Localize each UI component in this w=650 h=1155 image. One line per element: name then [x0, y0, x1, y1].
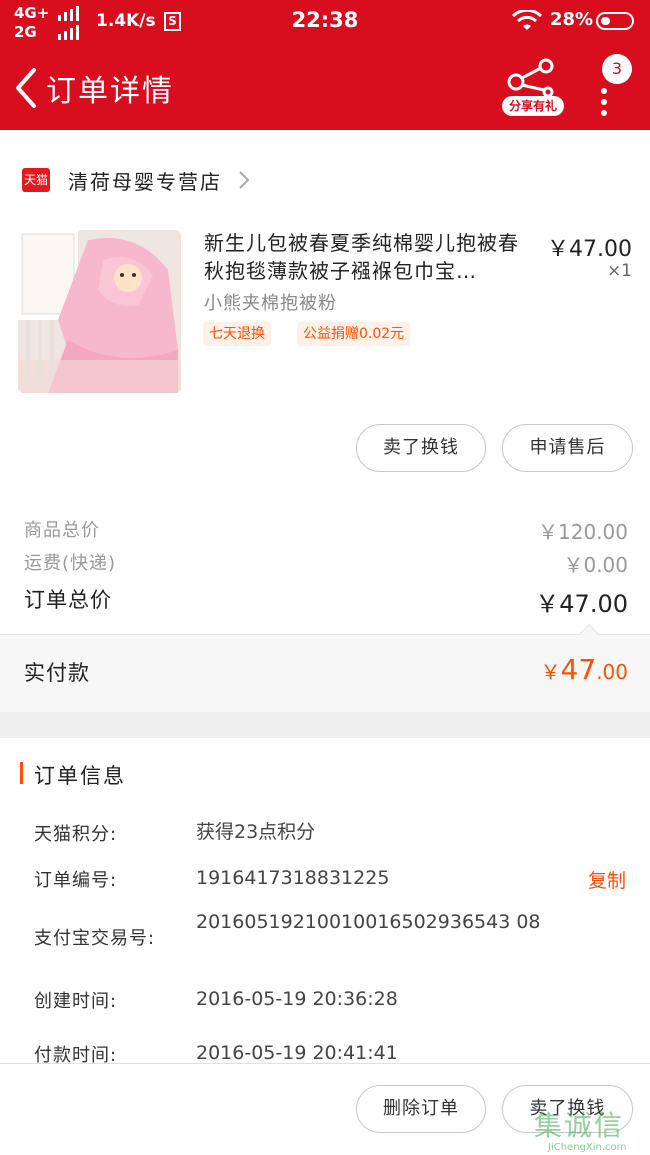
order-number-label: 订单编号: — [34, 870, 118, 891]
accent-bar — [20, 762, 23, 784]
share-button[interactable]: 分享有礼 — [500, 58, 566, 120]
product-spec: 小熊夹棉抱被粉 — [204, 293, 337, 314]
copy-button[interactable]: 复制 — [588, 866, 626, 893]
paid-value: ￥47.00 — [541, 653, 628, 686]
status-bar: 4G+ 2G 1.4K/s S 22:38 28% — [0, 0, 650, 46]
tag-charity: 公益捐赠0.02元 — [297, 322, 411, 346]
wifi-icon — [512, 10, 542, 30]
points-label: 天猫积分: — [34, 824, 118, 845]
back-arrow-icon[interactable] — [10, 66, 40, 110]
store-name: 清荷母婴专营店 — [68, 170, 222, 194]
more-dots-icon — [601, 88, 609, 121]
battery-icon — [596, 12, 634, 30]
order-info-title: 订单信息 — [34, 764, 126, 788]
page-title: 订单详情 — [46, 74, 174, 109]
notch-decoration — [579, 624, 599, 644]
product-image[interactable] — [18, 230, 181, 393]
paid-amount-row: 实付款 ￥47.00 — [0, 624, 650, 712]
created-time-value: 2016-05-19 20:36:28 — [196, 988, 398, 1010]
share-icon — [507, 58, 554, 98]
nav-bar: 订单详情 分享有礼 3 — [0, 46, 650, 130]
product-item[interactable]: 新生儿包被春夏季纯棉婴儿抱被春秋抱毯薄款被子襁褓包巾宝… ￥47.00 ×1 小… — [0, 225, 650, 405]
order-total-value: ￥47.00 — [535, 590, 628, 618]
shipping-value: ￥0.00 — [563, 553, 628, 577]
share-label: 分享有礼 — [502, 96, 564, 116]
order-total-row: 订单总价 ￥47.00 — [0, 584, 650, 618]
after-sale-button[interactable]: 申请售后 — [502, 424, 633, 472]
paid-time-value: 2016-05-19 20:41:41 — [196, 1042, 398, 1064]
shipping-row: 运费(快递) ￥0.00 — [0, 549, 650, 579]
chevron-right-icon — [239, 171, 250, 189]
alipay-value: 20160519210010016502936543 08 — [196, 911, 541, 933]
shipping-label: 运费(快递) — [24, 553, 117, 574]
store-row[interactable]: 天猫 清荷母婴专营店 — [0, 150, 650, 208]
order-number-value: 1916417318831225 — [196, 867, 390, 889]
goods-total-row: 商品总价 ￥120.00 — [0, 516, 650, 546]
paid-currency: ￥ — [540, 660, 561, 684]
paid-decimal: .00 — [596, 660, 628, 684]
sell-for-cash-button[interactable]: 卖了换钱 — [356, 424, 486, 472]
baby-blanket-image — [18, 230, 181, 393]
created-time-label: 创建时间: — [34, 991, 118, 1012]
delete-order-button[interactable]: 删除订单 — [356, 1085, 486, 1133]
tmall-logo-icon: 天猫 — [22, 168, 50, 192]
tag-seven-day-return: 七天退换 — [203, 322, 271, 346]
paid-integer: 47 — [560, 653, 597, 686]
section-divider — [0, 712, 650, 738]
battery-percent: 28% — [550, 9, 594, 30]
more-menu-button[interactable]: 3 — [588, 54, 632, 116]
product-title[interactable]: 新生儿包被春夏季纯棉婴儿抱被春秋抱毯薄款被子襁褓包巾宝… — [204, 229, 534, 285]
order-total-label: 订单总价 — [24, 588, 112, 612]
watermark-url: JiChengXin.com — [548, 1142, 627, 1153]
watermark-logo: 集诚信 — [534, 1109, 625, 1142]
goods-total-value: ￥120.00 — [538, 520, 628, 544]
paid-label: 实付款 — [24, 661, 90, 685]
alipay-label: 支付宝交易号: — [34, 928, 156, 949]
goods-total-label: 商品总价 — [24, 520, 100, 541]
points-value: 获得23点积分 — [196, 821, 316, 843]
product-quantity: ×1 — [606, 261, 632, 281]
product-price: ￥47.00 — [547, 237, 632, 262]
notification-badge: 3 — [602, 54, 632, 84]
